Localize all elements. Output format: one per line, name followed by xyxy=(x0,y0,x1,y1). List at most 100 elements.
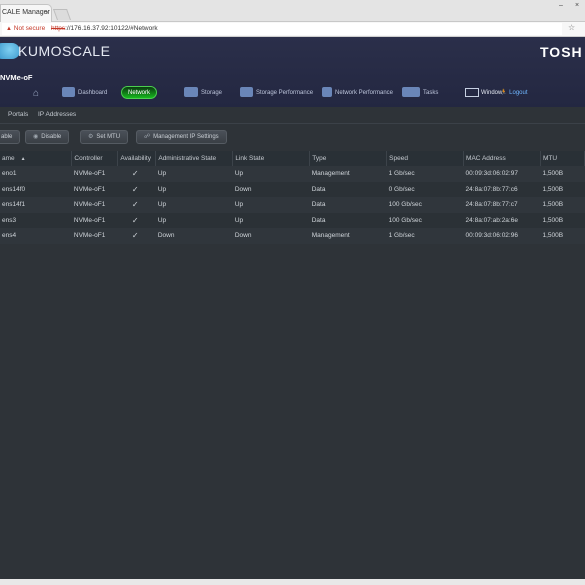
column-header-link-state[interactable]: Link State xyxy=(232,151,311,166)
cell-mac-address: 24:8a:07:8b:77:c7 xyxy=(463,197,541,213)
storage-icon xyxy=(184,87,198,98)
availability-check-icon: ✓ xyxy=(117,181,156,198)
brand-name: KUMOSCALE xyxy=(18,43,111,59)
url-scheme: https xyxy=(51,25,66,32)
availability-check-icon: ✓ xyxy=(117,166,156,182)
cell-admin-state: Up xyxy=(155,197,233,213)
cell-type: Management xyxy=(309,228,387,244)
nav-storage-label: Storage xyxy=(201,90,223,96)
cell-controller: NVMe-oF1 xyxy=(71,212,118,229)
cell-admin-state: Up xyxy=(155,181,233,198)
cell-controller: NVMe-oF1 xyxy=(71,197,118,213)
url-field[interactable]: ▲ Not secure https://176.16.37.92:10122/… xyxy=(2,23,562,35)
cell-speed: 100 Gb/sec xyxy=(386,212,464,229)
disable-button[interactable]: ◉ Disable xyxy=(25,130,70,144)
table-row[interactable]: ens3 NVMe-oF1 ✓ Up Up Data 100 Gb/sec 24:8a:07:… xyxy=(0,212,585,229)
cell-link-state: Down xyxy=(232,181,310,198)
nav-storage-performance-label: Storage Performance xyxy=(256,90,314,96)
cell-name: ens3 xyxy=(0,212,72,229)
cell-type: Management xyxy=(309,166,387,182)
cell-speed: 1 Gb/sec xyxy=(386,166,464,182)
availability-check-icon: ✓ xyxy=(117,212,156,229)
table-row[interactable]: eno1 NVMe-oF1 ✓ Up Up Management 1 Gb/sec 00:09… xyxy=(0,166,585,182)
management-ip-label: Management IP Settings xyxy=(153,134,219,140)
nav-network-label: Network xyxy=(128,90,151,96)
column-header-admin-state[interactable]: Administrative State xyxy=(155,151,234,166)
nav-tasks[interactable]: Tasks xyxy=(402,86,438,100)
close-tab-icon[interactable]: × xyxy=(45,10,49,17)
nav-tasks-label: Tasks xyxy=(423,90,439,96)
cloud-logo-icon xyxy=(0,43,20,59)
cell-mtu: 1,500B xyxy=(540,212,585,229)
nav-network-performance-label: Network Performance xyxy=(335,90,394,96)
cell-speed: 1 Gb/sec xyxy=(386,228,464,244)
cell-mtu: 1,500B xyxy=(540,228,585,244)
cell-mac-address: 24:8a:07:8b:77:c6 xyxy=(463,181,541,198)
column-header-controller[interactable]: Controller xyxy=(71,151,119,166)
nav-network-performance[interactable]: Network Performance xyxy=(322,86,393,100)
nav-dashboard[interactable]: Dashboard xyxy=(62,86,107,100)
set-mtu-button[interactable]: ⚙ Set MTU xyxy=(80,130,129,144)
column-header-name[interactable]: ame ▲ xyxy=(0,151,73,166)
tab-ip-addresses[interactable]: IP Addresses xyxy=(38,111,76,118)
minimize-icon[interactable]: – xyxy=(556,1,566,10)
table-row[interactable]: ens14f0 NVMe-oF1 ✓ Up Down Data 0 Gb/sec 24:8a:… xyxy=(0,181,585,198)
management-ip-settings-button[interactable]: ☍ Management IP Settings xyxy=(136,130,227,144)
interfaces-table: ame ▲ Controller Availability Administrat… xyxy=(0,151,585,244)
cell-link-state: Up xyxy=(232,166,310,182)
cell-speed: 100 Gb/sec xyxy=(386,197,464,213)
browser-tab-strip: CALE Manager × – × xyxy=(0,0,585,22)
cell-speed: 0 Gb/sec xyxy=(386,181,464,198)
cell-mac-address: 00:09:3d:06:02:96 xyxy=(463,228,541,244)
cell-mtu: 1,500B xyxy=(540,181,585,198)
cell-mac-address: 00:09:3d:06:02:97 xyxy=(463,166,541,182)
gear-icon: ⚙ xyxy=(88,134,94,140)
column-header-type[interactable]: Type xyxy=(309,151,388,166)
address-bar: ▲ Not secure https://176.16.37.92:10122/… xyxy=(0,22,585,37)
nav-dashboard-label: Dashboard xyxy=(78,90,108,96)
window-close-icon[interactable]: × xyxy=(572,1,582,10)
tasks-icon xyxy=(402,87,420,98)
column-header-name-label: ame xyxy=(2,155,15,162)
cell-controller: NVMe-oF1 xyxy=(71,181,118,198)
toolbar: able ◉ Disable ⚙ Set MTU ☍ Management IP Se… xyxy=(0,124,585,150)
table-row[interactable]: ens4 NVMe-oF1 ✓ Down Down Management 1 Gb/sec 0… xyxy=(0,228,585,244)
column-header-mac[interactable]: MAC Address xyxy=(463,151,541,166)
network-settings-icon: ☍ xyxy=(144,134,151,140)
nav-window[interactable]: Window xyxy=(465,86,502,100)
new-tab-button[interactable] xyxy=(52,9,72,20)
cell-link-state: Up xyxy=(232,212,310,229)
url-rest: ://176.16.37.92:10122/#Network xyxy=(65,25,158,32)
cell-admin-state: Down xyxy=(155,228,233,244)
bookmark-star-icon[interactable]: ☆ xyxy=(568,23,575,32)
network-performance-icon xyxy=(322,87,332,98)
cell-name: ens14f0 xyxy=(0,181,72,198)
cluster-name: NVMe-oF xyxy=(0,73,33,82)
tab-portals[interactable]: Portals xyxy=(8,111,28,118)
logout-label: Logout xyxy=(509,90,528,96)
availability-check-icon: ✓ xyxy=(117,228,156,244)
column-header-availability[interactable]: Availability xyxy=(117,151,157,166)
nav-storage-performance[interactable]: Storage Performance xyxy=(240,86,313,100)
set-mtu-label: Set MTU xyxy=(96,134,121,140)
availability-check-icon: ✓ xyxy=(117,197,156,213)
security-label: Not secure xyxy=(13,25,46,32)
table-row[interactable]: ens14f1 NVMe-oF1 ✓ Up Up Data 100 Gb/sec 24:8a:… xyxy=(0,197,585,213)
subtabs: Portals IP Addresses xyxy=(0,107,585,124)
browser-tab[interactable]: CALE Manager × xyxy=(0,4,52,22)
home-icon[interactable]: ⌂ xyxy=(33,88,39,99)
sort-ascending-icon[interactable]: ▲ xyxy=(21,156,26,162)
cell-name: ens4 xyxy=(0,228,72,244)
column-header-mtu[interactable]: MTU xyxy=(540,151,585,166)
dashboard-icon xyxy=(62,87,75,98)
cell-type: Data xyxy=(309,181,387,198)
cell-type: Data xyxy=(309,197,387,213)
window-icon xyxy=(465,87,479,97)
column-header-speed[interactable]: Speed xyxy=(386,151,465,166)
nav-network[interactable]: Network xyxy=(121,86,158,99)
logout-button[interactable]: 🏃 Logout xyxy=(500,86,528,100)
warning-icon: ▲ xyxy=(6,26,12,32)
enable-button[interactable]: able xyxy=(0,130,21,144)
nav-storage[interactable]: Storage xyxy=(184,86,222,100)
cell-type: Data xyxy=(309,212,387,229)
